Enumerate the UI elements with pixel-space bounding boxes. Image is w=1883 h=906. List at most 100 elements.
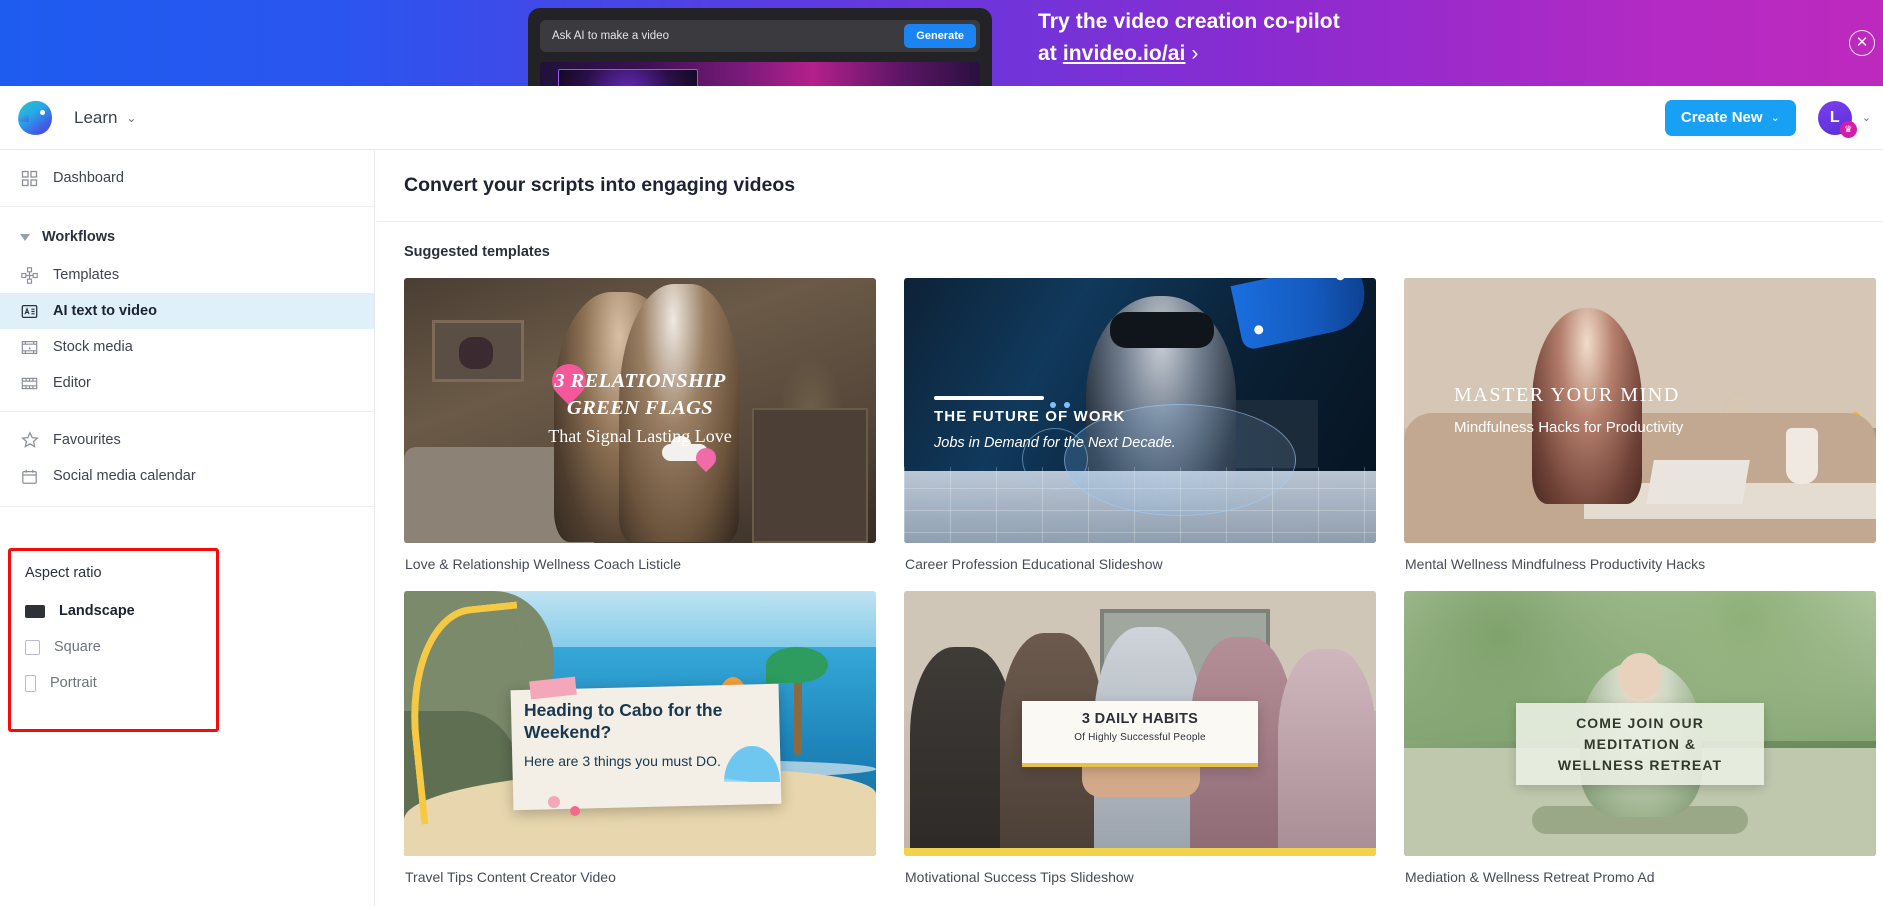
thumbnail-overlay-text: MASTER YOUR MIND Mindfulness Hacks for P… <box>1454 384 1683 440</box>
aspect-option-label: Square <box>54 639 101 655</box>
bottom-accent-strip <box>904 848 1376 856</box>
shell-sticker-decor <box>548 796 560 808</box>
sidebar-item-label: Favourites <box>53 432 121 448</box>
sidebar-item-social-media-calendar[interactable]: Social media calendar <box>0 458 374 494</box>
template-card[interactable]: COME JOIN OUR MEDITATION & WELLNESS RETR… <box>1404 591 1876 904</box>
star-icon <box>20 431 39 450</box>
promo-arrow-icon: › <box>1191 42 1199 65</box>
person-figure <box>1278 649 1376 856</box>
template-card[interactable]: Heading to Cabo for the Weekend? Here ar… <box>404 591 876 904</box>
create-new-button[interactable]: Create New ⌄ <box>1664 99 1796 136</box>
aspect-option-portrait[interactable]: Portrait <box>11 665 216 701</box>
stock-media-icon <box>20 338 39 357</box>
text-to-video-icon <box>20 302 39 321</box>
chevron-down-icon[interactable]: ⌄ <box>1862 111 1871 124</box>
promo-prompt-bar[interactable]: Ask AI to make a video Generate <box>540 20 980 52</box>
app-root: Ask AI to make a video Generate Try the … <box>0 0 1883 906</box>
promo-generate-button[interactable]: Generate <box>904 24 976 48</box>
overlay-line-1: COME JOIN OUR <box>1576 715 1704 731</box>
main-content: Convert your scripts into engaging video… <box>376 150 1883 906</box>
sidebar: Dashboard Workflows Templates AI text to… <box>0 150 375 906</box>
grid-icon <box>20 169 39 188</box>
thumbnail-overlay-text: 3 DAILY HABITS Of Highly Successful Peop… <box>1022 711 1258 743</box>
template-thumbnail[interactable]: MASTER YOUR MIND Mindfulness Hacks for P… <box>1404 278 1876 543</box>
promo-headline: Try the video creation co-pilot at invid… <box>1038 6 1508 70</box>
overlay-line-3: That Signal Lasting Love <box>548 426 732 446</box>
avatar[interactable]: L ♛ <box>1817 100 1857 138</box>
overlay-line-2: Mindfulness Hacks for Productivity <box>1454 419 1684 436</box>
overlay-line-2: Here are 3 things you must DO. <box>524 753 721 769</box>
overlay-accent-bar <box>934 396 1044 400</box>
create-new-label: Create New <box>1680 109 1763 126</box>
template-thumbnail[interactable]: Heading to Cabo for the Weekend? Here ar… <box>404 591 876 856</box>
square-rect-icon <box>25 639 40 655</box>
palm-leaf-decor <box>766 647 828 683</box>
sidebar-item-favourites[interactable]: Favourites <box>0 422 374 458</box>
template-grid: 3 RELATIONSHIP GREEN FLAGS That Signal L… <box>376 260 1883 904</box>
sidebar-section-label: Workflows <box>42 229 116 245</box>
promo-banner[interactable]: Ask AI to make a video Generate Try the … <box>0 0 1883 86</box>
workspace-switcher[interactable]: Learn ⌄ <box>52 108 137 128</box>
sidebar-item-label: Templates <box>53 267 120 283</box>
sidebar-group-workflows: Workflows Templates AI text to video Sto… <box>0 207 374 411</box>
film-strip-icon <box>20 374 39 393</box>
crown-badge-icon: ♛ <box>1839 120 1857 138</box>
overlay-line-1: THE FUTURE OF WORK <box>934 408 1126 425</box>
template-thumbnail[interactable]: 3 RELATIONSHIP GREEN FLAGS That Signal L… <box>404 278 876 543</box>
overlay-line-2: MEDITATION & <box>1583 736 1697 752</box>
sidebar-item-editor[interactable]: Editor <box>0 365 374 401</box>
thumbnail-overlay-text: COME JOIN OUR MEDITATION & WELLNESS RETR… <box>1516 713 1764 776</box>
sidebar-item-ai-text-to-video[interactable]: AI text to video <box>0 293 374 329</box>
person-head-decor <box>1618 653 1662 699</box>
app-logo-icon[interactable] <box>15 98 55 137</box>
page-title: Convert your scripts into engaging video… <box>404 174 796 196</box>
sidebar-item-dashboard[interactable]: Dashboard <box>0 160 374 196</box>
overlay-line-1: 3 DAILY HABITS <box>1081 711 1199 727</box>
sidebar-item-label: AI text to video <box>53 303 157 319</box>
template-card[interactable]: 3 RELATIONSHIP GREEN FLAGS That Signal L… <box>404 278 876 591</box>
overlay-line-2: GREEN FLAGS <box>566 397 714 419</box>
template-title: Travel Tips Content Creator Video <box>405 869 616 885</box>
promo-link[interactable]: invideo.io/ai <box>1063 42 1186 65</box>
promo-preview-card: Ask AI to make a video Generate <box>528 8 992 86</box>
sidebar-group-bottom: Favourites Social media calendar <box>0 412 374 504</box>
template-thumbnail[interactable]: 3 DAILY HABITS Of Highly Successful Peop… <box>904 591 1376 856</box>
promo-headline-line2: at invideo.io/ai › <box>1038 38 1508 70</box>
template-thumbnail[interactable]: COME JOIN OUR MEDITATION & WELLNESS RETR… <box>1404 591 1876 856</box>
template-card[interactable]: THE FUTURE OF WORK Jobs in Demand for th… <box>904 278 1376 591</box>
portrait-rect-icon <box>25 674 36 692</box>
aspect-ratio-panel: Aspect ratio Landscape Square Portrait <box>8 548 219 732</box>
promo-headline-line1: Try the video creation co-pilot <box>1038 10 1340 33</box>
overlay-line-2: Jobs in Demand for the Next Decade. <box>934 435 1176 451</box>
aspect-option-label: Landscape <box>59 603 135 619</box>
sidebar-item-templates[interactable]: Templates <box>0 257 374 293</box>
template-title: Career Profession Educational Slideshow <box>905 556 1163 572</box>
template-card[interactable]: 3 DAILY HABITS Of Highly Successful Peop… <box>904 591 1376 904</box>
aspect-option-square[interactable]: Square <box>11 629 216 665</box>
template-title: Motivational Success Tips Slideshow <box>905 869 1134 885</box>
logo-notch-shape <box>19 114 29 122</box>
sidebar-item-stock-media[interactable]: Stock media <box>0 329 374 365</box>
chevron-down-icon <box>20 233 30 241</box>
sidebar-section-workflows[interactable]: Workflows <box>0 217 374 257</box>
thumbnail-overlay-text: Heading to Cabo for the Weekend? Here ar… <box>524 699 772 771</box>
vase-decor <box>1786 428 1818 484</box>
aspect-ratio-options: Landscape Square Portrait <box>11 581 216 701</box>
chevron-down-icon: ⌄ <box>126 110 137 125</box>
aspect-option-landscape[interactable]: Landscape <box>11 593 216 629</box>
sidebar-item-label: Stock media <box>53 339 133 355</box>
robot-arm-decor <box>1230 278 1372 351</box>
promo-headline-prefix: at <box>1038 42 1063 65</box>
person-figure <box>910 647 1014 856</box>
aspect-ratio-title: Aspect ratio <box>25 565 102 581</box>
overlay-line-1: Heading to Cabo for the Weekend? <box>524 700 723 742</box>
close-icon[interactable]: ✕ <box>1849 30 1875 56</box>
overlay-line-3: WELLNESS RETREAT <box>1557 757 1723 773</box>
template-card[interactable]: MASTER YOUR MIND Mindfulness Hacks for P… <box>1404 278 1876 591</box>
sidebar-group-top: Dashboard <box>0 150 374 206</box>
promo-banner-inner: Ask AI to make a video Generate Try the … <box>0 0 1883 86</box>
template-thumbnail[interactable]: THE FUTURE OF WORK Jobs in Demand for th… <box>904 278 1376 543</box>
shell-sticker-decor <box>570 806 580 816</box>
robot-joint-dot <box>1334 278 1346 282</box>
ar-headset-decor <box>1110 312 1214 348</box>
